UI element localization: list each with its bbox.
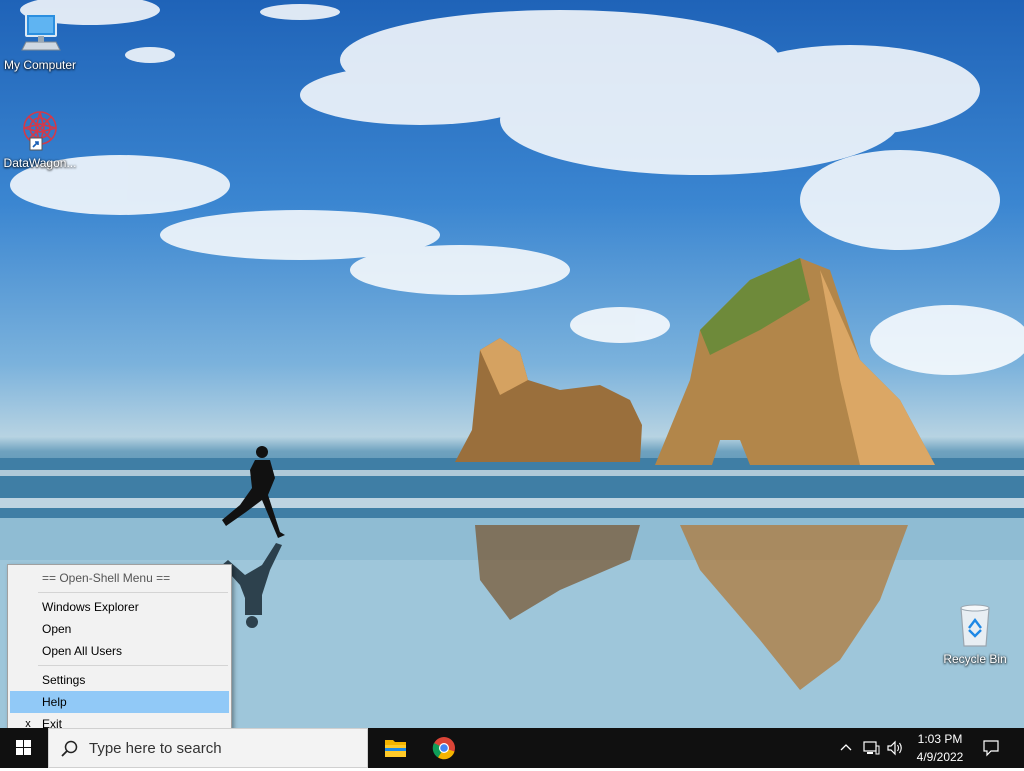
folder-icon xyxy=(385,740,406,757)
taskbar-chrome[interactable] xyxy=(420,728,468,768)
clock-date[interactable]: 4/9/2022 xyxy=(910,750,970,764)
chrome-icon xyxy=(432,737,455,760)
menu-item-windows-explorer[interactable]: Windows Explorer xyxy=(10,596,229,618)
network-icon[interactable] xyxy=(862,740,880,756)
menu-item-settings[interactable]: Settings xyxy=(10,669,229,691)
datawagon-icon xyxy=(16,106,64,154)
start-button[interactable] xyxy=(0,728,48,768)
menu-separator xyxy=(38,592,228,593)
taskbar: Type here to search 1:03 PM 4/9/2022 xyxy=(0,728,1024,768)
menu-item-open-all-users[interactable]: Open All Users xyxy=(10,640,229,662)
windows-logo-icon xyxy=(16,740,31,755)
datawagon-shortcut[interactable]: DataWagon... xyxy=(0,106,80,170)
taskbar-search-box[interactable]: Type here to search xyxy=(48,728,368,768)
search-placeholder: Type here to search xyxy=(89,740,222,757)
my-computer-icon-shortcut[interactable]: My Computer xyxy=(0,8,80,72)
search-icon xyxy=(61,740,78,757)
recycle-bin-icon xyxy=(951,602,999,650)
recycle-bin-shortcut[interactable]: Recycle Bin xyxy=(935,602,1015,666)
menu-header: == Open-Shell Menu == xyxy=(42,571,171,585)
open-shell-context-menu: == Open-Shell Menu == Windows Explorer O… xyxy=(7,564,232,737)
menu-item-help[interactable]: Help xyxy=(10,691,229,713)
datawagon-label: DataWagon... xyxy=(3,156,77,170)
menu-item-open[interactable]: Open xyxy=(10,618,229,640)
my-computer-label: My Computer xyxy=(3,58,77,72)
menu-separator xyxy=(38,665,228,666)
notification-icon[interactable] xyxy=(982,739,1000,757)
volume-icon[interactable] xyxy=(886,740,904,756)
clock-time[interactable]: 1:03 PM xyxy=(910,732,970,746)
chevron-up-icon[interactable] xyxy=(838,740,854,756)
taskbar-file-explorer[interactable] xyxy=(371,728,419,768)
recycle-bin-label: Recycle Bin xyxy=(943,652,1007,666)
monitor-icon xyxy=(16,8,64,56)
